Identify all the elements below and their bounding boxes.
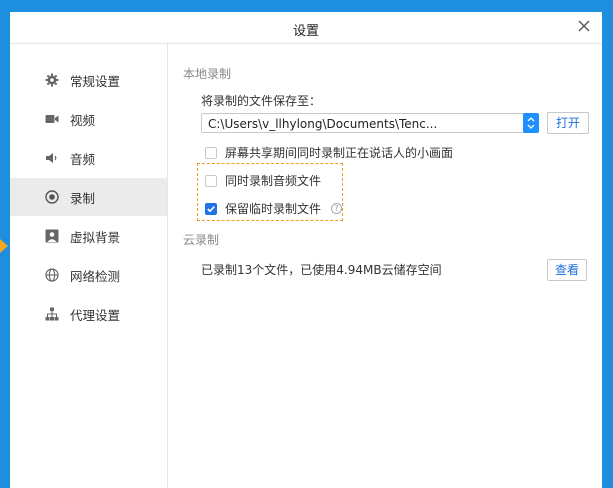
sidebar: 常规设置 视频 音频 录制 虚拟背景 网络检测 代理设置: [10, 44, 168, 488]
view-cloud-button[interactable]: 查看: [547, 259, 587, 281]
sidebar-item-video[interactable]: 视频: [10, 100, 167, 138]
close-icon[interactable]: [576, 18, 592, 34]
option-screen-share-speaker[interactable]: 屏幕共享期间同时录制正在说话人的小画面: [205, 144, 453, 161]
pointer-arrow: [0, 239, 8, 253]
camera-icon: [44, 111, 60, 127]
speaker-icon: [44, 150, 60, 166]
save-path-value: C:\Users\v_llhylong\Documents\Tenc...: [208, 117, 438, 131]
option-keep-temp-files[interactable]: 保留临时录制文件 ?: [205, 200, 343, 217]
option-label: 保留临时录制文件: [225, 202, 322, 216]
checkbox[interactable]: [205, 146, 217, 159]
sidebar-item-recording[interactable]: 录制: [10, 178, 167, 216]
sidebar-item-general[interactable]: 常规设置: [10, 61, 167, 99]
sidebar-item-label: 代理设置: [70, 307, 121, 323]
record-icon: [44, 189, 60, 205]
sidebar-item-proxy[interactable]: 代理设置: [10, 295, 167, 333]
help-icon[interactable]: ?: [331, 203, 343, 214]
title-bar: 设置: [10, 12, 602, 44]
checkbox-checked[interactable]: [205, 202, 217, 215]
cloud-recording-heading: 云录制: [183, 233, 220, 247]
sidebar-item-label: 虚拟背景: [70, 229, 121, 245]
sidebar-item-label: 常规设置: [70, 73, 121, 89]
network-icon: [44, 306, 60, 322]
gear-icon: [44, 72, 60, 88]
sidebar-item-label: 网络检测: [70, 268, 121, 284]
option-label: 同时录制音频文件: [225, 174, 322, 188]
open-folder-button[interactable]: 打开: [547, 112, 589, 134]
sidebar-item-network-check[interactable]: 网络检测: [10, 256, 167, 294]
local-recording-heading: 本地录制: [183, 67, 232, 81]
sidebar-item-virtual-background[interactable]: 虚拟背景: [10, 217, 167, 255]
option-label: 屏幕共享期间同时录制正在说话人的小画面: [225, 146, 454, 160]
recording-settings-panel: 本地录制 将录制的文件保存至： C:\Users\v_llhylong\Docu…: [183, 44, 602, 488]
cloud-usage-text: 已录制13个文件，已使用4.94MB云储存空间: [201, 263, 442, 277]
globe-icon: [44, 267, 60, 283]
sidebar-item-label: 音频: [70, 151, 96, 167]
sidebar-item-audio[interactable]: 音频: [10, 139, 167, 177]
option-record-audio[interactable]: 同时录制音频文件: [205, 172, 321, 189]
portrait-icon: [44, 228, 60, 244]
window-title: 设置: [292, 24, 319, 39]
checkbox[interactable]: [205, 174, 217, 187]
path-dropdown-icon[interactable]: [523, 113, 539, 133]
settings-window: 设置 常规设置 视频 音频 录制 虚拟背景 网络检测 代理设置 本地录制 将录制…: [10, 12, 602, 488]
sidebar-item-label: 视频: [70, 112, 96, 128]
sidebar-item-label: 录制: [70, 190, 96, 206]
save-path-field[interactable]: C:\Users\v_llhylong\Documents\Tenc...: [201, 113, 539, 133]
save-location-label: 将录制的文件保存至：: [201, 94, 322, 108]
